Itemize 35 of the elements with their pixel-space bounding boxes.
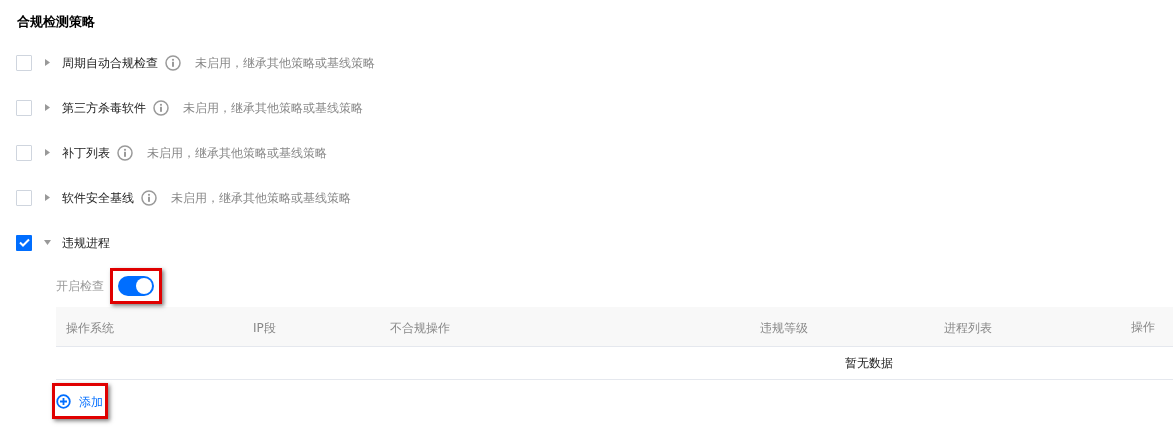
- add-button[interactable]: 添加: [56, 392, 103, 411]
- info-icon[interactable]: [153, 99, 169, 116]
- policy-label: 软件安全基线: [62, 189, 134, 207]
- checkbox[interactable]: [16, 144, 32, 161]
- empty-text: 暂无数据: [845, 355, 893, 372]
- checkbox[interactable]: [16, 54, 32, 71]
- column-header: IP段: [253, 320, 276, 335]
- checkbox[interactable]: [16, 99, 32, 116]
- plus-circle-icon: [56, 394, 71, 409]
- column-header: 进程列表: [944, 320, 992, 335]
- info-icon[interactable]: [141, 189, 157, 206]
- caret-down-icon[interactable]: [44, 240, 51, 245]
- policy-label: 补丁列表: [62, 144, 110, 162]
- toggle-label: 开启检查: [56, 278, 104, 295]
- policy-label: 第三方杀毒软件: [62, 99, 146, 117]
- toggle-switch[interactable]: [118, 276, 154, 296]
- caret-right-icon[interactable]: [45, 59, 50, 66]
- column-header: 操作: [1131, 318, 1155, 336]
- caret-right-icon[interactable]: [45, 194, 50, 201]
- policy-status: 未启用，继承其他策略或基线策略: [147, 144, 327, 162]
- column-header: 操作系统: [66, 320, 114, 335]
- policy-status: 未启用，继承其他策略或基线策略: [183, 99, 363, 117]
- policy-label: 违规进程: [62, 234, 110, 252]
- section-title: 合规检测策略: [17, 14, 95, 29]
- checkbox[interactable]: [16, 189, 32, 206]
- policy-status: 未启用，继承其他策略或基线策略: [171, 189, 351, 207]
- column-header: 违规等级: [760, 320, 808, 335]
- caret-right-icon[interactable]: [45, 149, 50, 156]
- policy-label: 周期自动合规检查: [62, 54, 158, 72]
- info-icon[interactable]: [117, 144, 133, 161]
- policy-status: 未启用，继承其他策略或基线策略: [195, 54, 375, 72]
- caret-right-icon[interactable]: [45, 104, 50, 111]
- column-header: 不合规操作: [390, 320, 450, 335]
- checkbox[interactable]: [16, 234, 32, 251]
- info-icon[interactable]: [165, 54, 181, 71]
